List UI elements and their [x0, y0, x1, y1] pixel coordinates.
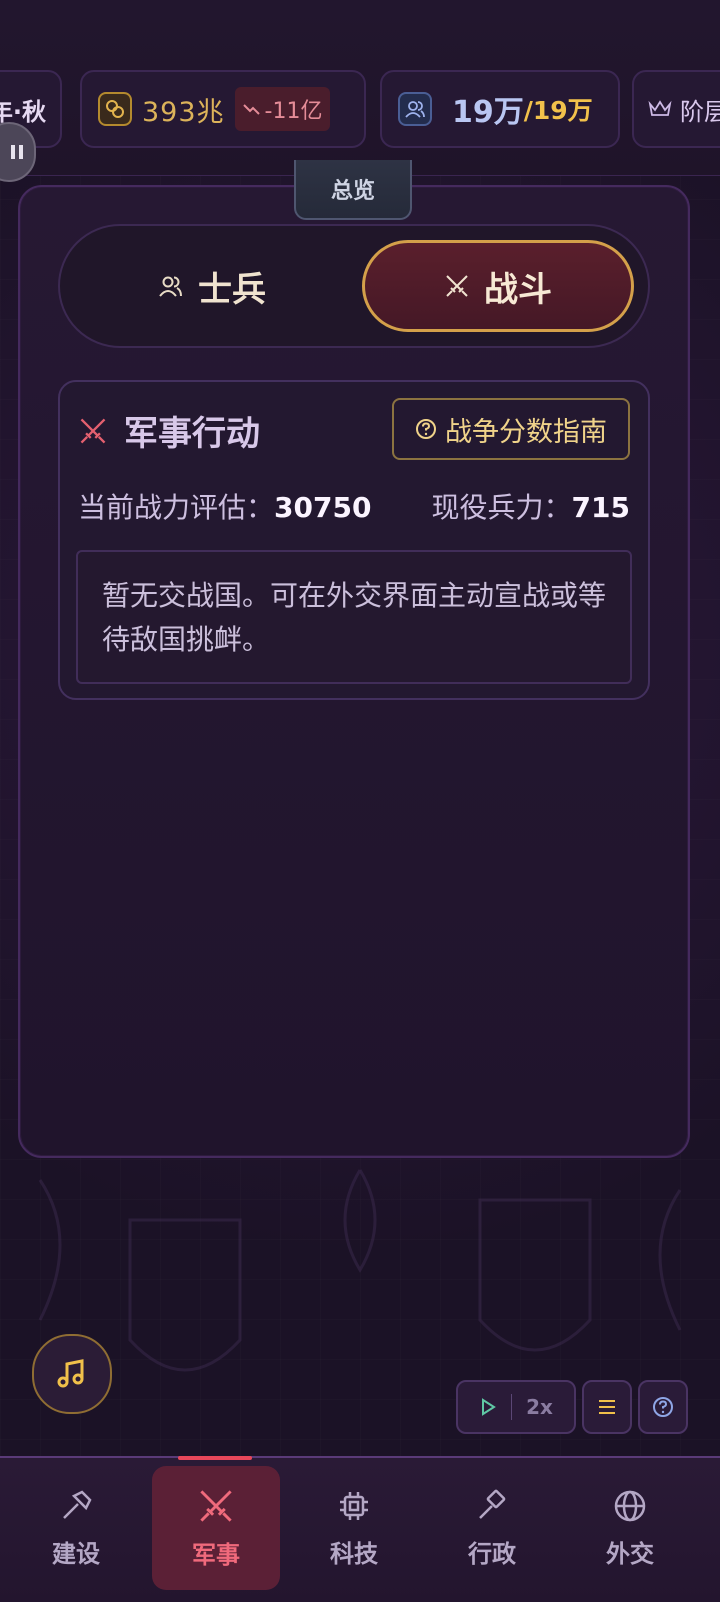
nav-admin[interactable]: 行政 — [428, 1466, 556, 1590]
speed-toggle[interactable]: 2x — [526, 1395, 553, 1419]
combat-power-stat: 当前战力评估：30750 — [78, 486, 371, 526]
playback-control[interactable]: 2x — [456, 1380, 576, 1434]
divider — [511, 1394, 513, 1420]
soldiers-icon — [159, 276, 182, 297]
tab-battle-label: 战斗 — [484, 269, 552, 310]
people-icon — [398, 92, 432, 126]
nav-admin-label: 行政 — [468, 1539, 516, 1568]
bottom-nav: 建设 军事 科技 行政 外交 — [0, 1456, 720, 1602]
population-value: 19万 — [452, 95, 524, 130]
crossed-swords-icon — [80, 418, 106, 443]
hammer-icon — [63, 1489, 92, 1519]
rank-label: 阶层 — [680, 97, 720, 126]
population-max: /19万 — [523, 96, 593, 125]
nav-build-label: 建设 — [52, 1539, 100, 1568]
play-icon[interactable] — [479, 1398, 497, 1416]
overview-tab[interactable]: 总览 — [294, 160, 412, 220]
active-troops-value: 715 — [571, 491, 630, 524]
nav-build[interactable]: 建设 — [12, 1466, 140, 1590]
tab-battle[interactable]: 战斗 — [362, 240, 634, 332]
tab-soldiers[interactable]: 士兵 — [76, 240, 348, 332]
pause-icon — [11, 145, 23, 159]
population-display[interactable]: 19万 /19万 — [380, 70, 620, 148]
no-war-notice: 暂无交战国。可在外交界面主动宣战或等待敌国挑衅。 — [76, 550, 632, 684]
trend-down-icon — [242, 104, 260, 115]
gold-delta-badge: -11亿 — [234, 87, 331, 131]
war-score-guide-label: 战争分数指南 — [445, 416, 607, 448]
crossed-swords-icon — [446, 275, 468, 297]
globe-icon — [614, 1490, 646, 1521]
gold-amount: 393兆 — [142, 96, 225, 128]
combat-power-value: 30750 — [274, 491, 372, 524]
military-ops-header: 军事行动 — [78, 406, 260, 455]
active-nav-indicator — [178, 1456, 252, 1460]
military-stats: 当前战力评估：30750 现役兵力：715 — [78, 486, 630, 526]
rank-display[interactable]: 阶层 — [632, 70, 720, 148]
music-note-icon — [57, 1359, 84, 1388]
active-troops-label: 现役兵力： — [431, 491, 572, 524]
music-button[interactable] — [32, 1334, 112, 1414]
chip-icon — [340, 1491, 368, 1520]
tab-soldiers-label: 士兵 — [198, 269, 266, 310]
help-circle-icon — [416, 419, 436, 439]
nav-diplomacy[interactable]: 外交 — [566, 1466, 694, 1590]
crossed-swords-icon — [200, 1489, 232, 1522]
active-troops-stat: 现役兵力：715 — [432, 486, 630, 526]
help-circle-icon — [653, 1397, 673, 1417]
crown-icon — [648, 100, 672, 116]
help-button[interactable] — [638, 1380, 688, 1434]
nav-military[interactable]: 军事 — [152, 1466, 280, 1590]
nav-tech-label: 科技 — [330, 1539, 378, 1568]
coins-icon — [98, 92, 132, 126]
menu-button[interactable] — [582, 1380, 632, 1434]
nav-diplomacy-label: 外交 — [606, 1539, 654, 1568]
war-score-guide-button[interactable]: 战争分数指南 — [392, 398, 630, 460]
gavel-icon — [479, 1489, 506, 1519]
military-tab-switcher: 士兵 战斗 — [58, 224, 650, 348]
gold-display[interactable]: 393兆 -11亿 — [80, 70, 366, 148]
nav-tech[interactable]: 科技 — [290, 1466, 418, 1590]
resource-bar: 年·秋 393兆 -11亿 19万 /19万 阶层 — [0, 0, 720, 176]
combat-power-label: 当前战力评估： — [78, 491, 275, 524]
military-ops-title: 军事行动 — [124, 414, 260, 454]
nav-military-label: 军事 — [192, 1540, 240, 1569]
gold-delta-value: -11亿 — [264, 99, 323, 124]
military-ops-card: 军事行动 战争分数指南 当前战力评估：30750 现役兵力：715 暂无交战国。… — [58, 380, 650, 700]
menu-icon — [599, 1400, 615, 1414]
